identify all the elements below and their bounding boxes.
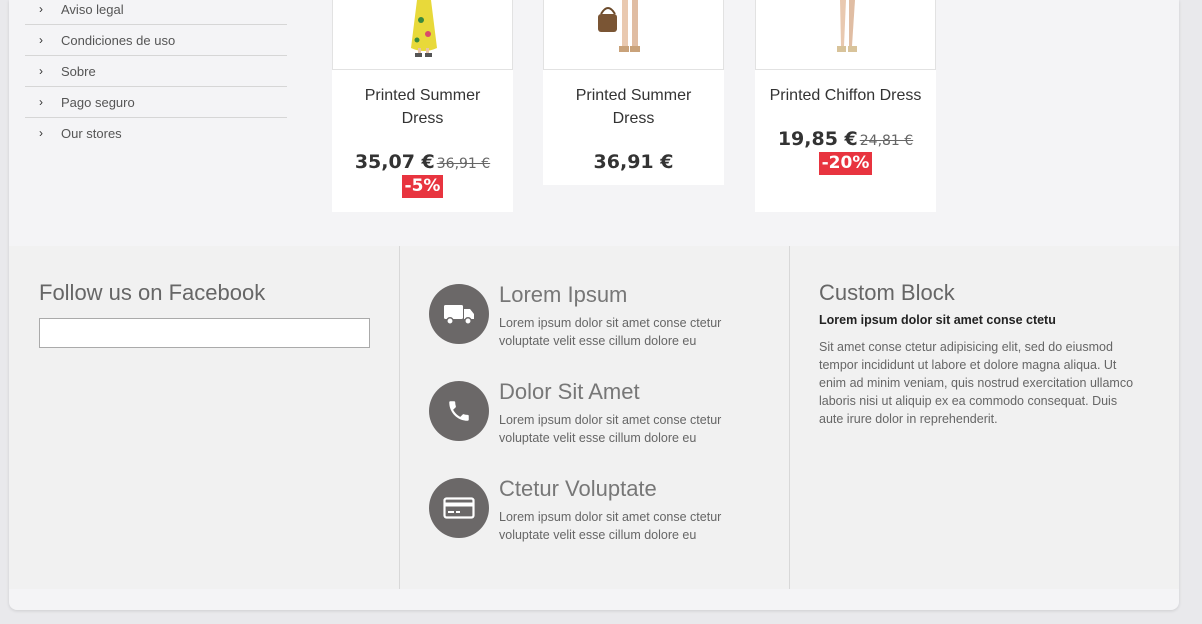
product-image[interactable] <box>543 0 724 70</box>
column-divider <box>789 246 790 589</box>
price-row: 35,07 €36,91 € <box>332 151 513 173</box>
discount-badge: -20% <box>818 152 873 175</box>
footer: Follow us on Facebook Lorem Ipsum Lorem … <box>9 246 1179 589</box>
chevron-right-icon: › <box>39 95 43 109</box>
reassurance-item: Dolor Sit Amet Lorem ipsum dolor sit ame… <box>429 379 769 447</box>
reassurance-text: Lorem ipsum dolor sit amet conse ctetur … <box>499 316 722 348</box>
chevron-right-icon: › <box>39 126 43 140</box>
custom-block-subtitle: Lorem ipsum dolor sit amet conse ctetu <box>819 313 1056 327</box>
product-image[interactable] <box>755 0 936 70</box>
chevron-right-icon: › <box>39 64 43 78</box>
product-name[interactable]: Printed Summer Dress <box>543 84 724 130</box>
reassurance-text: Lorem ipsum dolor sit amet conse ctetur … <box>499 510 722 542</box>
info-link-pago-seguro[interactable]: › Pago seguro <box>25 87 287 118</box>
facebook-block-title: Follow us on Facebook <box>39 280 266 305</box>
column-divider <box>399 246 400 589</box>
info-link-sobre[interactable]: › Sobre <box>25 56 287 87</box>
custom-block-text: Sit amet conse ctetur adipisicing elit, … <box>819 340 1134 426</box>
product-photo-legs-heels <box>837 0 857 52</box>
price-row: 19,85 €24,81 € <box>755 128 936 150</box>
truck-icon <box>429 284 489 344</box>
reassurance-item: Ctetur Voluptate Lorem ipsum dolor sit a… <box>429 476 769 544</box>
product-price: 35,07 € <box>354 151 435 173</box>
reassurance-title: Ctetur Voluptate <box>499 476 657 501</box>
price-row: 36,91 € <box>543 151 724 173</box>
info-link-aviso-legal[interactable]: › Aviso legal <box>25 0 287 25</box>
facebook-widget-box[interactable] <box>39 318 370 348</box>
product-name[interactable]: Printed Chiffon Dress <box>755 84 936 107</box>
product-price: 19,85 € <box>777 128 858 150</box>
product-price: 36,91 € <box>593 151 674 173</box>
information-links: › Aviso legal › Condiciones de uso › Sobre … <box>25 0 287 148</box>
chevron-right-icon: › <box>39 2 43 16</box>
info-link-label: Pago seguro <box>61 94 135 110</box>
custom-block-title: Custom Block <box>819 280 955 305</box>
info-link-label: Aviso legal <box>61 1 124 17</box>
credit-card-icon <box>429 478 489 538</box>
page-container: › Aviso legal › Condiciones de uso › Sobre … <box>9 0 1179 610</box>
info-link-label: Sobre <box>61 63 96 79</box>
product-photo-legs-handbag <box>598 0 640 52</box>
chevron-right-icon: › <box>39 33 43 47</box>
product-card[interactable]: Printed Summer Dress 36,91 € <box>543 0 724 185</box>
product-old-price: 24,81 € <box>859 133 914 149</box>
product-name[interactable]: Printed Summer Dress <box>332 84 513 130</box>
info-link-our-stores[interactable]: › Our stores <box>25 118 287 148</box>
product-old-price: 36,91 € <box>436 156 491 172</box>
info-link-label: Our stores <box>61 125 122 141</box>
reassurance-item: Lorem Ipsum Lorem ipsum dolor sit amet c… <box>429 282 769 350</box>
product-image[interactable] <box>332 0 513 70</box>
product-card[interactable]: Printed Summer Dress 35,07 €36,91 € -5% <box>332 0 513 212</box>
reassurance-title: Lorem Ipsum <box>499 282 628 307</box>
info-link-condiciones[interactable]: › Condiciones de uso <box>25 25 287 56</box>
product-photo-dress-yellow <box>411 0 437 57</box>
phone-icon <box>429 381 489 441</box>
info-link-label: Condiciones de uso <box>61 32 176 48</box>
discount-badge: -5% <box>401 175 444 198</box>
reassurance-title: Dolor Sit Amet <box>499 379 640 404</box>
reassurance-text: Lorem ipsum dolor sit amet conse ctetur … <box>499 413 722 445</box>
product-card[interactable]: Printed Chiffon Dress 19,85 €24,81 € -20… <box>755 0 936 212</box>
